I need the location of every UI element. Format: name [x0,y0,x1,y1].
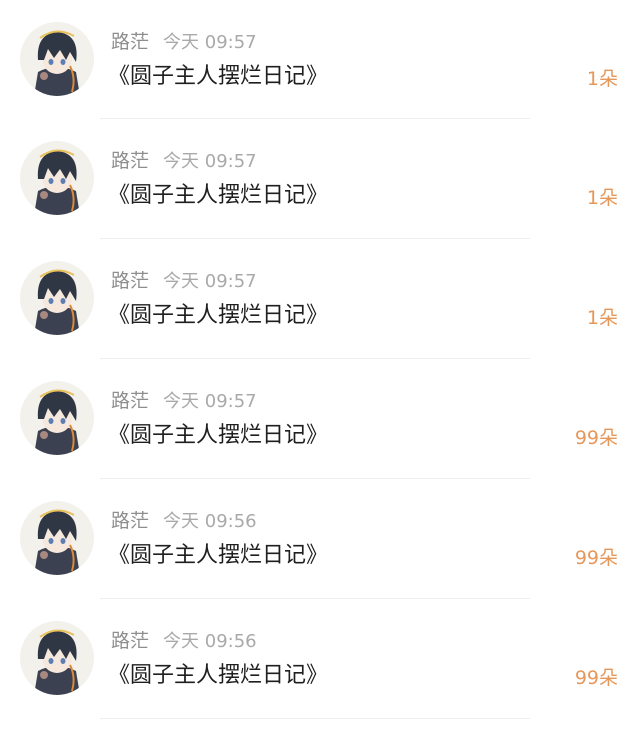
avatar[interactable] [20,261,94,335]
avatar[interactable] [20,141,94,215]
book-title: 《圆子主人摆烂日记》 [108,423,329,448]
timestamp: 今天 09:56 [163,511,257,532]
list-item[interactable]: 路茫 今天 09:57 《圆子主人摆烂日记》 1朵 [0,239,640,359]
gift-count: 99朵 [574,427,618,449]
anime-avatar-icon [20,261,94,335]
record-meta: 路茫 今天 09:57 [111,387,257,415]
username[interactable]: 路茫 [111,510,149,532]
record-meta: 路茫 今天 09:57 [111,147,257,175]
avatar[interactable] [20,621,94,695]
avatar[interactable] [20,381,94,455]
gift-count: 1朵 [586,187,618,209]
anime-avatar-icon [20,501,94,575]
book-title: 《圆子主人摆烂日记》 [108,663,329,688]
record-meta: 路茫 今天 09:56 [111,627,257,655]
avatar[interactable] [20,22,94,96]
anime-avatar-icon [20,621,94,695]
gift-count: 1朵 [586,68,618,90]
timestamp: 今天 09:57 [163,151,257,172]
book-title: 《圆子主人摆烂日记》 [108,303,329,328]
book-title: 《圆子主人摆烂日记》 [108,183,329,208]
username[interactable]: 路茫 [111,31,149,53]
anime-avatar-icon [20,381,94,455]
timestamp: 今天 09:57 [163,32,257,53]
gift-record-list: 路茫 今天 09:57 《圆子主人摆烂日记》 1朵 路茫 今天 09:57 《圆子主… [0,0,640,719]
list-item[interactable]: 路茫 今天 09:56 《圆子主人摆烂日记》 99朵 [0,479,640,599]
timestamp: 今天 09:57 [163,271,257,292]
list-item[interactable]: 路茫 今天 09:57 《圆子主人摆烂日记》 1朵 [0,0,640,119]
book-title: 《圆子主人摆烂日记》 [108,543,329,568]
divider [100,718,530,719]
record-meta: 路茫 今天 09:57 [111,28,257,56]
record-meta: 路茫 今天 09:56 [111,507,257,535]
timestamp: 今天 09:56 [163,631,257,652]
record-meta: 路茫 今天 09:57 [111,267,257,295]
gift-count: 99朵 [574,667,618,689]
username[interactable]: 路茫 [111,270,149,292]
anime-avatar-icon [20,141,94,215]
book-title: 《圆子主人摆烂日记》 [108,64,329,89]
list-item[interactable]: 路茫 今天 09:57 《圆子主人摆烂日记》 1朵 [0,119,640,239]
gift-count: 1朵 [586,307,618,329]
list-item[interactable]: 路茫 今天 09:56 《圆子主人摆烂日记》 99朵 [0,599,640,719]
timestamp: 今天 09:57 [163,391,257,412]
anime-avatar-icon [20,22,94,96]
username[interactable]: 路茫 [111,150,149,172]
username[interactable]: 路茫 [111,630,149,652]
username[interactable]: 路茫 [111,390,149,412]
gift-count: 99朵 [574,547,618,569]
avatar[interactable] [20,501,94,575]
list-item[interactable]: 路茫 今天 09:57 《圆子主人摆烂日记》 99朵 [0,359,640,479]
